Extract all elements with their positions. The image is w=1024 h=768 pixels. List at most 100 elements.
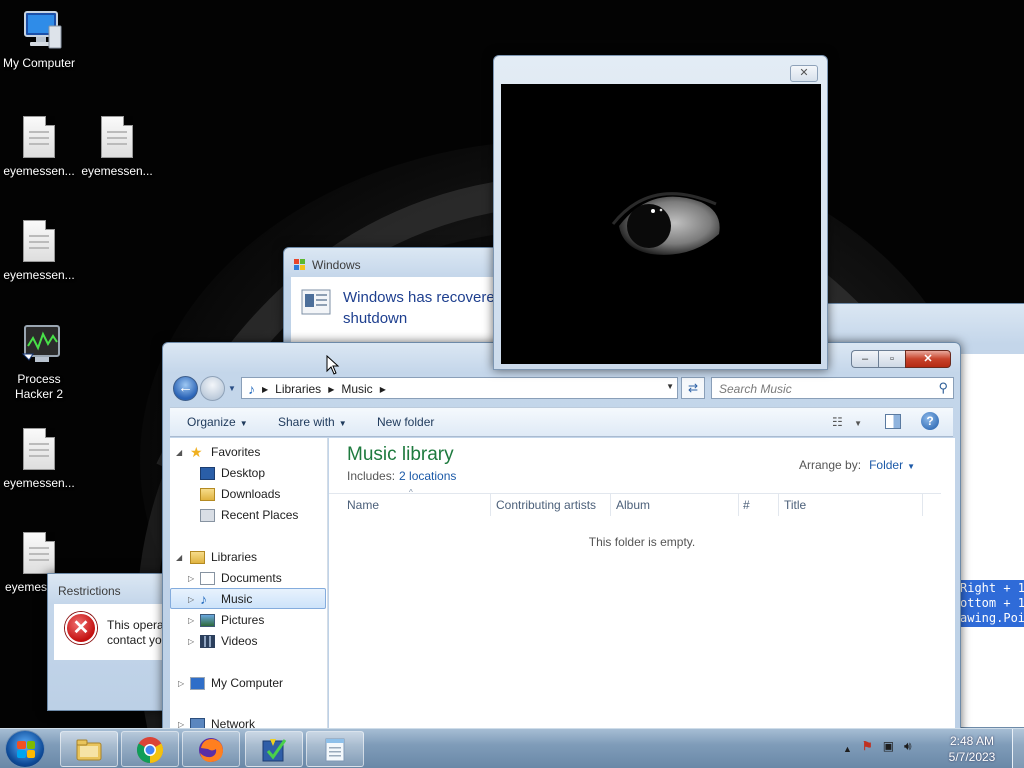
navigation-bar: ← ▼ ♪ ▶ Libraries ▶ Music ▶ ▼ ⇄ Search M… [171,376,954,402]
nav-favorites[interactable]: ◢ ★ Favorites [170,442,326,463]
start-button[interactable] [5,730,45,768]
column-title[interactable]: Title [784,498,806,512]
breadcrumb-separator-icon[interactable]: ▶ [262,385,268,394]
back-button[interactable]: ← [173,376,198,401]
taskbar-notepad-button[interactable] [306,731,364,767]
desktop-icon-process-hacker[interactable]: Process Hacker 2 [0,324,78,402]
column-name[interactable]: Name [347,498,379,512]
text-document-icon [19,116,59,160]
taskbar-firefox-button[interactable] [182,731,240,767]
column-divider[interactable] [778,494,779,516]
breadcrumb-separator-icon[interactable]: ▶ [328,385,334,394]
background-window-content [959,354,1024,727]
desktop-icon-document[interactable]: eyemessen... [0,428,78,491]
collapsed-arrow-icon[interactable]: ▷ [188,610,194,631]
column-divider[interactable] [922,494,923,516]
library-title: Music library [347,444,454,465]
desktop-icon-label: eyemessen... [3,164,75,178]
recent-pages-dropdown[interactable]: ▼ [228,384,236,393]
collapsed-arrow-icon[interactable]: ▷ [188,589,194,610]
desktop-icon-document[interactable]: eyemessen... [0,220,78,283]
breadcrumb-music[interactable]: Music [341,382,372,396]
documents-icon [200,572,215,585]
nav-label: Music [221,592,253,606]
nav-recent-places[interactable]: Recent Places [170,505,326,526]
forward-button[interactable] [200,376,225,401]
code-line: awing.Poi [960,611,1024,625]
nav-label: Videos [221,634,258,648]
nav-desktop[interactable]: Desktop [170,463,326,484]
network-icon[interactable]: ▣ [883,739,894,759]
dialog-message-line: This opera [107,618,164,632]
code-line: ottom + 1 [960,596,1024,610]
close-button[interactable]: ✕ [905,350,951,368]
refresh-button[interactable]: ⇄ [681,377,705,399]
eye-window[interactable]: ✕ [493,55,828,370]
library-includes: Includes: 2 locations [347,469,456,483]
star-icon: ★ [190,444,203,460]
show-hidden-icons-icon[interactable]: ▲ [843,739,852,759]
column-track-number[interactable]: # [743,498,750,512]
chevron-down-icon: ▼ [338,419,347,428]
organize-button[interactable]: Organize ▼ [187,415,248,429]
desktop-icon-document[interactable]: eyemessen... [78,116,156,179]
desktop-icon-label: Process Hacker 2 [14,372,64,401]
search-input[interactable]: Search Music ⚲ [711,377,954,399]
share-with-label: Share with [278,415,335,429]
chevron-down-icon[interactable]: ▼ [907,462,915,471]
nav-my-computer[interactable]: ▷ My Computer [170,673,326,694]
column-contributing-artists[interactable]: Contributing artists [496,498,596,512]
new-folder-button[interactable]: New folder [377,415,434,429]
collapsed-arrow-icon[interactable]: ▷ [188,631,194,652]
desktop-icon [200,467,215,480]
locations-link[interactable]: 2 locations [399,469,456,483]
restrictions-dialog[interactable]: Restrictions ✕ This opera contact yo [47,573,177,711]
address-bar[interactable]: ♪ ▶ Libraries ▶ Music ▶ ▼ [241,377,678,399]
maximize-button[interactable]: ▫ [878,350,905,368]
nav-label: Recent Places [221,508,299,522]
column-divider[interactable] [610,494,611,516]
nav-pictures[interactable]: ▷ Pictures [170,610,326,631]
breadcrumb-separator-icon[interactable]: ▶ [380,385,386,394]
column-divider[interactable] [738,494,739,516]
show-desktop-button[interactable] [1012,729,1024,768]
desktop-icon-document[interactable]: eyemessen... [0,116,78,179]
expanded-arrow-icon[interactable]: ◢ [176,547,182,568]
clock[interactable]: 2:48 AM 5/7/2023 [940,733,1004,765]
taskbar-program-button[interactable] [245,731,303,767]
share-with-button[interactable]: Share with ▼ [278,415,347,429]
column-divider[interactable] [490,494,491,516]
change-view-button[interactable]: ☷ ▼ [832,415,862,429]
preview-pane-icon[interactable] [885,414,901,429]
action-center-flag-icon[interactable]: ⚑ [862,739,873,759]
nav-label: Documents [221,571,282,585]
nav-libraries[interactable]: ◢ Libraries [170,547,326,568]
collapsed-arrow-icon[interactable]: ▷ [188,568,194,589]
taskbar-chrome-button[interactable] [121,731,179,767]
close-button[interactable]: ✕ [790,65,818,82]
text-document-icon [97,116,137,160]
collapsed-arrow-icon[interactable]: ▷ [178,673,184,694]
process-hacker-icon [19,324,60,368]
taskbar-explorer-button[interactable] [60,731,118,767]
search-placeholder: Search Music [719,382,792,396]
desktop-icon-my-computer[interactable]: My Computer [0,8,78,71]
minimize-button[interactable]: – [851,350,878,368]
music-icon: ♪ [200,591,207,607]
nav-downloads[interactable]: Downloads [170,484,326,505]
column-album[interactable]: Album [616,498,650,512]
eye-image [501,84,821,364]
file-list-pane[interactable]: Music library Includes: 2 locations Arran… [329,438,955,743]
volume-icon[interactable]: 🔊︎ [904,739,912,759]
nav-videos[interactable]: ▷ Videos [170,631,326,652]
address-dropdown-icon[interactable]: ▼ [666,382,674,391]
nav-documents[interactable]: ▷ Documents [170,568,326,589]
explorer-window[interactable]: – ▫ ✕ ← ▼ ♪ ▶ Libraries ▶ Music ▶ ▼ ⇄ Se… [162,342,961,743]
expanded-arrow-icon[interactable]: ◢ [176,442,182,463]
nav-music[interactable]: ▷ ♪ Music [170,588,326,609]
arrange-by-dropdown[interactable]: Folder [869,458,903,472]
breadcrumb-libraries[interactable]: Libraries [275,382,321,396]
search-icon[interactable]: ⚲ [938,380,948,396]
help-icon[interactable]: ? [921,412,939,430]
empty-folder-message: This folder is empty. [588,535,696,549]
